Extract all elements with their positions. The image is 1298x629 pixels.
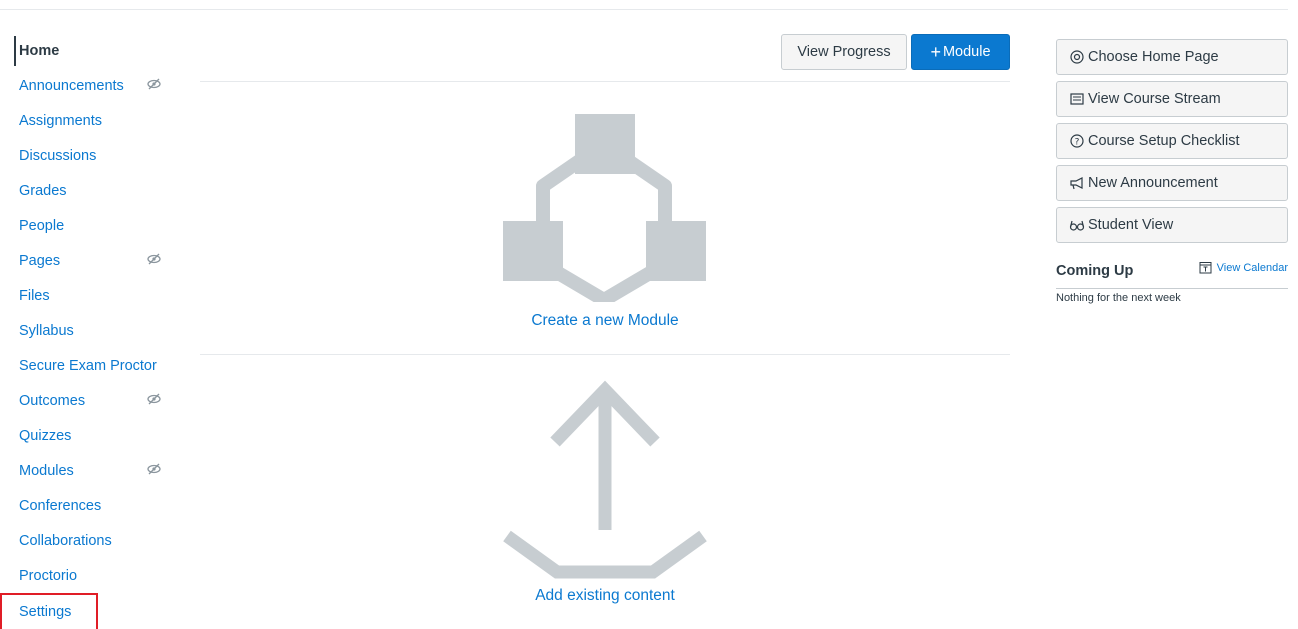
student-view-button[interactable]: Student View (1056, 207, 1288, 243)
sidebar-item-label: Pages (19, 253, 61, 269)
add-module-label: Module (942, 44, 991, 60)
add-module-button[interactable]: + Module (911, 34, 1010, 70)
sidebar-item-label: Settings (19, 604, 72, 620)
sidebar-item-label: Grades (19, 183, 67, 199)
sidebar-item-outcomes[interactable]: Outcomes (12, 388, 182, 414)
modules-toolbar: View Progress + Module (200, 34, 1010, 72)
sidebar-item-conferences[interactable]: Conferences (12, 493, 182, 519)
view-course-stream-button[interactable]: View Course Stream (1056, 81, 1288, 117)
sidebar-item-label: Outcomes (19, 393, 86, 409)
eye-slash-icon (147, 253, 161, 265)
question-circle-icon: ? (1070, 134, 1084, 148)
sidebar-item-collaborations[interactable]: Collaborations (12, 528, 182, 554)
modules-diagram-icon (503, 114, 706, 302)
choose-home-page-button[interactable]: Choose Home Page (1056, 39, 1288, 75)
sidebar-item-label: Quizzes (19, 428, 72, 444)
sidebar-item-label: People (19, 218, 65, 234)
sidebar-item-label: Syllabus (19, 323, 74, 339)
sidebar-item-label: Proctorio (19, 568, 78, 584)
sidebar-item-home[interactable]: Home (12, 36, 182, 66)
sidebar-item-settings[interactable]: Settings (0, 593, 98, 629)
sidebar-item-label: Assignments (19, 113, 103, 129)
sidebar-item-label: Secure Exam Proctor (19, 358, 157, 374)
choose-home-page-label: Choose Home Page (1088, 49, 1219, 65)
sidebar-item-people[interactable]: People (12, 213, 182, 239)
student-view-label: Student View (1088, 217, 1174, 233)
sidebar-item-files[interactable]: Files (12, 283, 182, 309)
create-module-panel: Create a new Module (200, 84, 1010, 354)
top-divider (0, 9, 1288, 10)
view-progress-label: View Progress (797, 44, 891, 60)
add-existing-content-link[interactable]: Add existing content (200, 587, 1010, 605)
course-setup-checklist-label: Course Setup Checklist (1088, 133, 1240, 149)
megaphone-icon (1070, 177, 1083, 190)
home-page-icon (1070, 50, 1084, 64)
eye-slash-icon (147, 78, 161, 90)
new-announcement-label: New Announcement (1088, 175, 1218, 191)
view-course-stream-label: View Course Stream (1088, 91, 1221, 107)
sidebar-item-discussions[interactable]: Discussions (12, 143, 182, 169)
coming-up-empty-message: Nothing for the next week (1056, 292, 1181, 304)
svg-text:?: ? (1075, 138, 1080, 148)
new-announcement-button[interactable]: New Announcement (1056, 165, 1288, 201)
sidebar-item-label: Modules (19, 463, 74, 479)
eye-slash-icon (147, 393, 161, 405)
coming-up-divider (1056, 288, 1288, 289)
sidebar-item-label: Discussions (19, 148, 97, 164)
plus-icon: + (930, 42, 941, 62)
sidebar-item-label: Conferences (19, 498, 102, 514)
sidebar-item-label: Collaborations (19, 533, 112, 549)
sidebar-item-grades[interactable]: Grades (12, 178, 182, 204)
coming-up-title: Coming Up (1056, 263, 1134, 279)
sidebar-item-modules[interactable]: Modules (12, 458, 182, 484)
upload-arrow-icon (503, 380, 707, 579)
sidebar-item-quizzes[interactable]: Quizzes (12, 423, 182, 449)
divider (200, 81, 1010, 82)
sidebar-item-label: Announcements (19, 78, 124, 94)
sidebar-item-label: Home (19, 43, 60, 59)
glasses-icon (1069, 220, 1085, 231)
calendar-icon (1199, 262, 1212, 274)
view-calendar-label: View Calendar (1216, 261, 1288, 274)
view-progress-button[interactable]: View Progress (781, 34, 907, 70)
sidebar-item-syllabus[interactable]: Syllabus (12, 318, 182, 344)
create-module-link[interactable]: Create a new Module (200, 312, 1010, 330)
sidebar-item-secure-exam-proctor[interactable]: Secure Exam Proctor (12, 353, 182, 379)
sidebar-item-proctorio[interactable]: Proctorio (12, 563, 182, 589)
stream-icon (1070, 93, 1084, 105)
sidebar-item-label: Files (19, 288, 50, 304)
sidebar-item-announcements[interactable]: Announcements (12, 73, 182, 99)
divider (200, 354, 1010, 355)
course-setup-checklist-button[interactable]: ? Course Setup Checklist (1056, 123, 1288, 159)
view-calendar-link[interactable]: View Calendar (1199, 261, 1288, 274)
sidebar-item-assignments[interactable]: Assignments (12, 108, 182, 134)
eye-slash-icon (147, 463, 161, 475)
add-content-panel: Add existing content (200, 356, 1010, 626)
sidebar-item-pages[interactable]: Pages (12, 248, 182, 274)
